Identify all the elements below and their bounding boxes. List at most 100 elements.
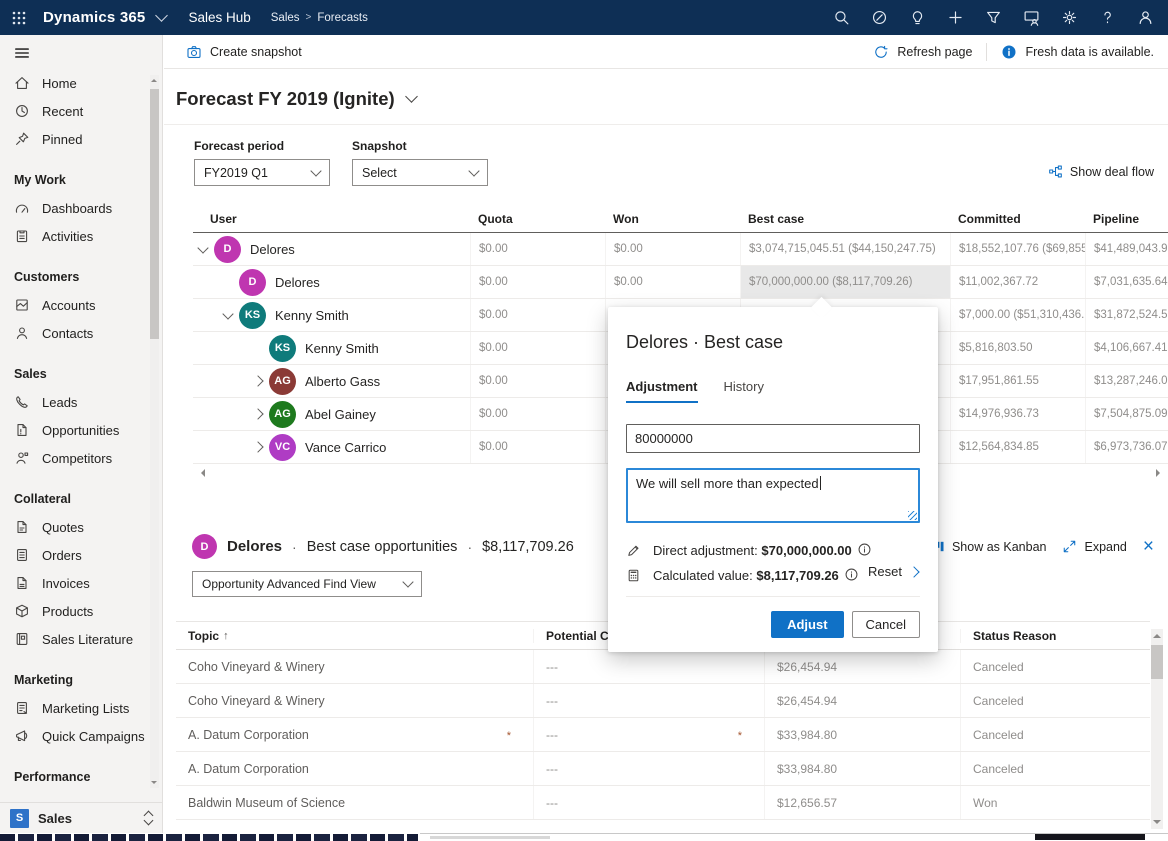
committed-cell[interactable]: $18,552,107.76 ($69,855,544.3 bbox=[950, 233, 1085, 265]
column-header-pipeline[interactable]: Pipeline bbox=[1085, 212, 1168, 226]
status-reason-cell[interactable]: Won bbox=[960, 786, 1150, 819]
scrollbar-thumb[interactable] bbox=[150, 89, 159, 339]
column-header-best-case[interactable]: Best case bbox=[740, 212, 950, 226]
topic-cell[interactable]: A. Datum Corporation bbox=[176, 718, 533, 751]
amount-cell[interactable]: $26,454.94 bbox=[764, 650, 960, 683]
forecast-row[interactable]: D Delores $0.00 $0.00 $70,000,000.00 ($8… bbox=[193, 266, 1168, 299]
quota-cell[interactable]: $0.00 bbox=[470, 398, 605, 430]
pipeline-cell[interactable]: $13,287,246.02 bbox=[1085, 365, 1168, 397]
account-icon[interactable] bbox=[1137, 9, 1154, 26]
status-reason-cell[interactable]: Canceled bbox=[960, 684, 1150, 717]
quota-cell[interactable]: $0.00 bbox=[470, 299, 605, 331]
sidebar-item[interactable]: Activities bbox=[0, 222, 148, 250]
pipeline-cell[interactable]: $6,973,736.07 bbox=[1085, 431, 1168, 463]
brand-title[interactable]: Dynamics 365 bbox=[43, 9, 145, 26]
popup-tab[interactable]: History bbox=[724, 379, 764, 403]
sidebar-item[interactable]: Marketing Lists bbox=[0, 694, 148, 722]
cancel-button[interactable]: Cancel bbox=[851, 611, 920, 638]
sidebar-item[interactable]: My Work bbox=[0, 166, 148, 194]
potential-customer-cell[interactable]: --- bbox=[533, 718, 764, 751]
sidebar-item[interactable]: Marketing bbox=[0, 666, 148, 694]
scroll-up-icon[interactable] bbox=[1153, 630, 1161, 638]
close-icon[interactable]: × bbox=[1143, 537, 1154, 556]
topic-cell[interactable]: Baldwin Museum of Science bbox=[176, 786, 533, 819]
topic-cell[interactable]: A. Datum Corporation bbox=[176, 752, 533, 785]
expand-chevron-icon[interactable] bbox=[250, 406, 266, 422]
column-header-committed[interactable]: Committed bbox=[950, 212, 1085, 226]
committed-cell[interactable]: $14,976,936.73 bbox=[950, 398, 1085, 430]
sidebar-item[interactable]: Opportunities bbox=[0, 416, 148, 444]
potential-customer-cell[interactable]: --- bbox=[533, 752, 764, 785]
sidebar-item[interactable]: Home bbox=[0, 69, 148, 97]
pipeline-cell[interactable]: $7,504,875.09 bbox=[1085, 398, 1168, 430]
sidebar-item[interactable]: Quick Campaigns bbox=[0, 722, 148, 750]
sidebar-item[interactable]: Sales Literature bbox=[0, 625, 148, 653]
potential-customer-cell[interactable]: --- bbox=[533, 650, 764, 683]
sidebar-item[interactable]: Recent bbox=[0, 97, 148, 125]
amount-cell[interactable]: $33,984.80 bbox=[764, 752, 960, 785]
sidebar-item[interactable]: Collateral bbox=[0, 485, 148, 513]
quota-cell[interactable]: $0.00 bbox=[470, 365, 605, 397]
status-reason-cell[interactable]: Canceled bbox=[960, 718, 1150, 751]
sidebar-item[interactable]: Quotes bbox=[0, 513, 148, 541]
scroll-right-icon[interactable] bbox=[1156, 469, 1164, 477]
pipeline-cell[interactable]: $7,031,635.64 bbox=[1085, 266, 1168, 298]
reset-button[interactable]: Reset bbox=[868, 564, 920, 579]
committed-cell[interactable]: $5,816,803.50 bbox=[950, 332, 1085, 364]
help-icon[interactable] bbox=[1099, 9, 1116, 26]
user-cell[interactable]: D Delores bbox=[193, 266, 470, 298]
adjustment-amount-input[interactable] bbox=[626, 424, 920, 453]
forecast-period-select[interactable]: FY2019 Q1 bbox=[194, 159, 330, 186]
topic-cell[interactable]: Coho Vineyard & Winery bbox=[176, 684, 533, 717]
settings-icon[interactable] bbox=[1061, 9, 1078, 26]
sidebar-item[interactable]: Accounts bbox=[0, 291, 148, 319]
adjust-button[interactable]: Adjust bbox=[771, 611, 844, 638]
hamburger-menu-icon[interactable] bbox=[13, 44, 31, 62]
amount-cell[interactable]: $33,984.80 bbox=[764, 718, 960, 751]
filter-icon[interactable] bbox=[985, 9, 1002, 26]
expand-chevron-icon[interactable] bbox=[250, 439, 266, 455]
user-cell[interactable]: VC Vance Carrico bbox=[193, 431, 470, 463]
sidebar-item[interactable]: Sales bbox=[0, 360, 148, 388]
expand-chevron-icon[interactable] bbox=[250, 373, 266, 389]
expand-chevron-icon[interactable] bbox=[250, 340, 266, 356]
won-cell[interactable]: $0.00 bbox=[605, 233, 740, 265]
brand-chevron-icon[interactable] bbox=[155, 9, 169, 22]
breadcrumb-item[interactable]: Sales bbox=[271, 12, 300, 24]
potential-customer-cell[interactable]: --- bbox=[533, 786, 764, 819]
column-header-user[interactable]: User bbox=[193, 212, 470, 226]
pipeline-cell[interactable]: $4,106,667.41 bbox=[1085, 332, 1168, 364]
amount-cell[interactable]: $12,656.57 bbox=[764, 786, 960, 819]
column-header-won[interactable]: Won bbox=[605, 212, 740, 226]
scroll-left-icon[interactable] bbox=[197, 469, 205, 477]
area-switch-chevrons-icon[interactable] bbox=[143, 810, 154, 826]
forecast-row[interactable]: D Delores $0.00 $0.00 $3,074,715,045.51 … bbox=[193, 233, 1168, 266]
show-as-kanban-button[interactable]: Show as Kanban bbox=[930, 539, 1046, 554]
quota-cell[interactable]: $0.00 bbox=[470, 332, 605, 364]
sidebar-scrollbar[interactable] bbox=[150, 75, 159, 788]
amount-cell[interactable]: $26,454.94 bbox=[764, 684, 960, 717]
scrollbar-thumb[interactable] bbox=[1151, 645, 1163, 679]
table-row[interactable]: Coho Vineyard & Winery --- $26,454.94 Ca… bbox=[176, 684, 1150, 718]
expand-button[interactable]: Expand bbox=[1062, 539, 1127, 554]
user-cell[interactable]: AG Alberto Gass bbox=[193, 365, 470, 397]
sidebar-item[interactable]: Performance bbox=[0, 763, 148, 791]
info-outline-icon[interactable] bbox=[844, 567, 859, 582]
table-row[interactable]: A. Datum Corporation --- $33,984.80 Canc… bbox=[176, 752, 1150, 786]
committed-cell[interactable]: $11,002,367.72 bbox=[950, 266, 1085, 298]
topic-cell[interactable]: Coho Vineyard & Winery bbox=[176, 650, 533, 683]
create-snapshot-button[interactable]: Create snapshot bbox=[186, 44, 302, 60]
pipeline-cell[interactable]: $31,872,524.59 bbox=[1085, 299, 1168, 331]
sidebar-item[interactable]: Products bbox=[0, 597, 148, 625]
best-case-cell[interactable]: $3,074,715,045.51 ($44,150,247.75) bbox=[740, 233, 950, 265]
table-row[interactable]: Coho Vineyard & Winery --- $26,454.94 Ca… bbox=[176, 650, 1150, 684]
scroll-up-icon[interactable] bbox=[151, 76, 157, 82]
pipeline-cell[interactable]: $41,489,043.97 bbox=[1085, 233, 1168, 265]
vertical-scrollbar[interactable] bbox=[1151, 629, 1163, 829]
search-icon[interactable] bbox=[833, 9, 850, 26]
user-cell[interactable]: AG Abel Gainey bbox=[193, 398, 470, 430]
presenter-icon[interactable] bbox=[1023, 9, 1040, 26]
status-reason-cell[interactable]: Canceled bbox=[960, 650, 1150, 683]
expand-chevron-icon[interactable] bbox=[195, 241, 211, 257]
sidebar-item[interactable]: Orders bbox=[0, 541, 148, 569]
